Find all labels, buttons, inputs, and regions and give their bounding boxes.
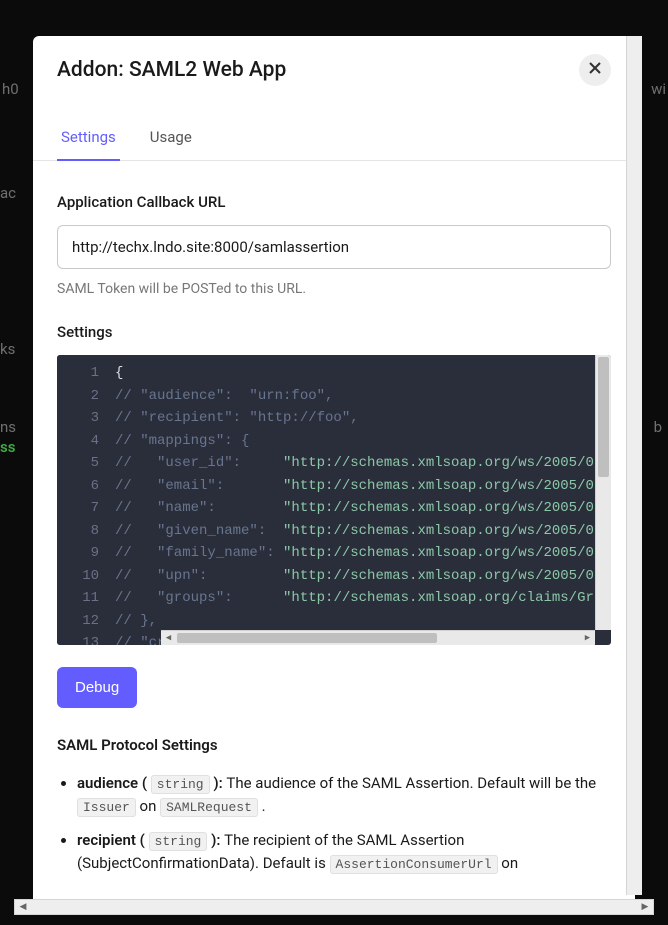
scroll-right-icon[interactable]: ▶ xyxy=(637,900,653,914)
protocol-settings-list: audience ( string ): The audience of the… xyxy=(57,772,611,875)
bg-fragment: ss xyxy=(0,438,15,456)
protocol-item-recipient: recipient ( string ): The recipient of t… xyxy=(77,829,611,876)
callback-url-help: SAML Token will be POSTed to this URL. xyxy=(57,281,611,297)
issuer-code: Issuer xyxy=(77,798,136,817)
callback-url-label: Application Callback URL xyxy=(57,193,611,211)
bg-fragment: ac xyxy=(0,184,16,202)
code-area[interactable]: {// "audience": "urn:foo",// "recipient"… xyxy=(109,355,611,645)
modal-header: Addon: SAML2 Web App xyxy=(33,36,635,96)
settings-label: Settings xyxy=(57,323,611,341)
close-button[interactable] xyxy=(579,54,611,86)
settings-code-editor[interactable]: 12345678910111213 {// "audience": "urn:f… xyxy=(57,355,611,645)
bg-fragment: ns xyxy=(0,418,16,436)
scroll-right-icon[interactable]: ▶ xyxy=(580,631,595,645)
scroll-left-icon[interactable]: ◀ xyxy=(161,631,176,645)
code-hscroll-thumb[interactable] xyxy=(177,633,437,643)
code-gutter: 12345678910111213 xyxy=(57,355,109,645)
tab-bar: Settings Usage xyxy=(33,118,635,161)
type-code: string xyxy=(149,832,208,851)
tab-settings[interactable]: Settings xyxy=(57,118,120,160)
modal-body: Application Callback URL SAML Token will… xyxy=(33,161,635,905)
tab-usage[interactable]: Usage xyxy=(146,118,196,160)
callback-url-input[interactable] xyxy=(57,225,611,269)
code-content[interactable]: {// "audience": "urn:foo",// "recipient"… xyxy=(109,355,611,645)
code-vscroll-thumb[interactable] xyxy=(598,357,609,477)
bg-fragment: b xyxy=(654,418,662,436)
scroll-left-icon[interactable]: ◀ xyxy=(15,900,31,914)
saml-protocol-heading: SAML Protocol Settings xyxy=(57,736,611,754)
addon-modal: Addon: SAML2 Web App Settings Usage Appl… xyxy=(33,36,635,905)
code-vertical-scrollbar[interactable] xyxy=(595,355,611,630)
assertionconsumerurl-code: AssertionConsumerUrl xyxy=(330,855,498,874)
close-icon xyxy=(588,61,602,80)
protocol-item-audience: audience ( string ): The audience of the… xyxy=(77,772,611,819)
page-horizontal-scrollbar[interactable]: ◀ ▶ xyxy=(14,899,654,915)
bg-fragment: wi xyxy=(651,80,666,98)
samlrequest-code: SAMLRequest xyxy=(160,798,258,817)
page-vertical-scrollbar[interactable] xyxy=(626,36,642,895)
debug-button[interactable]: Debug xyxy=(57,667,137,708)
bg-fragment: h0 xyxy=(2,80,19,98)
code-horizontal-scrollbar[interactable]: ◀ ▶ xyxy=(161,630,595,645)
modal-title: Addon: SAML2 Web App xyxy=(57,58,286,82)
type-code: string xyxy=(151,775,210,794)
bg-fragment: ks xyxy=(0,340,15,358)
